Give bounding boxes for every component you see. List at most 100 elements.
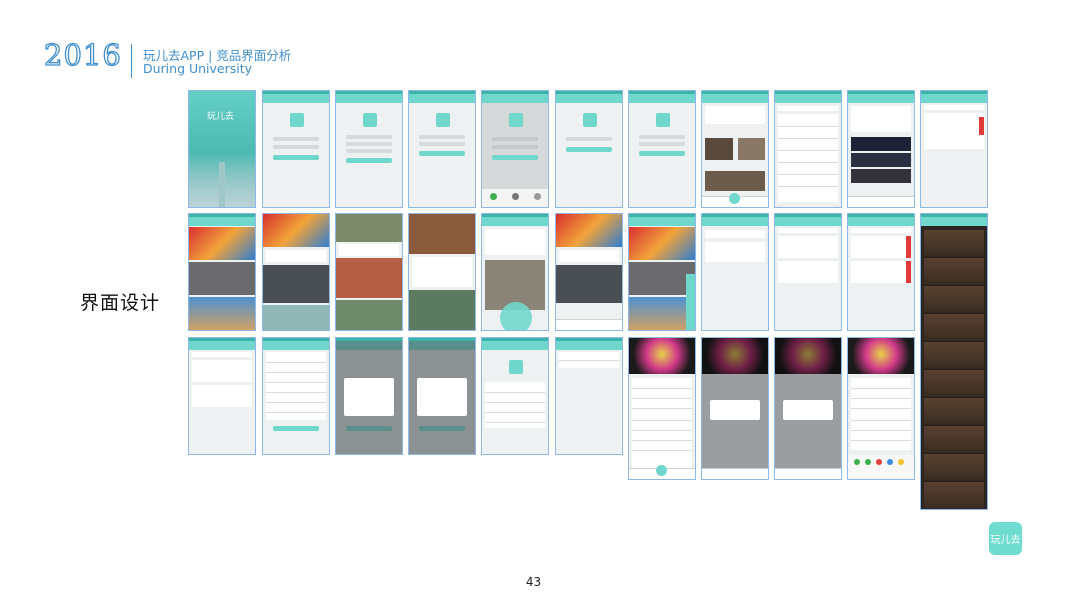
page-number: 43 (525, 575, 542, 589)
confirm-button[interactable] (419, 151, 465, 156)
share-sheet (482, 189, 548, 207)
favorite-item[interactable] (192, 385, 252, 407)
tab-bar[interactable] (775, 468, 841, 479)
feed-image[interactable] (629, 227, 695, 260)
screen-feed-side-menu (628, 213, 696, 331)
tab-bar[interactable] (702, 468, 768, 479)
gender-select-dialog[interactable] (417, 378, 467, 416)
article-title (339, 244, 399, 256)
app-logo-icon (436, 113, 450, 127)
phone-input[interactable] (419, 135, 465, 139)
center-tab-button[interactable] (656, 465, 667, 476)
phone-input[interactable] (346, 135, 392, 139)
password-input[interactable] (273, 145, 319, 149)
post-item[interactable] (778, 236, 838, 258)
qq-icon[interactable] (512, 193, 519, 200)
header-image (775, 338, 841, 374)
screen-messages (920, 90, 988, 208)
settings-list[interactable] (559, 352, 619, 368)
tab-switcher[interactable] (851, 228, 911, 233)
feed-image[interactable] (189, 262, 255, 295)
settings-list[interactable] (632, 378, 692, 468)
phone-input[interactable] (492, 137, 538, 141)
screen-clear-cache-dialog (774, 337, 842, 480)
wechat-icon[interactable] (854, 459, 860, 465)
article-image (409, 214, 475, 254)
city-grid[interactable] (778, 114, 838, 202)
article-image (336, 258, 402, 298)
section-title: 界面设计 (80, 292, 161, 314)
qq-icon[interactable] (887, 459, 893, 465)
city-night-image[interactable] (851, 169, 911, 183)
register-button[interactable] (346, 158, 392, 163)
clear-cache-dialog[interactable] (783, 400, 833, 420)
phone-input[interactable] (566, 137, 612, 141)
screen-home-menu (481, 213, 549, 331)
next-button[interactable] (566, 147, 612, 152)
message-item[interactable] (924, 113, 984, 149)
city-night-image[interactable] (851, 137, 911, 151)
post-item[interactable] (851, 236, 911, 258)
post-item[interactable] (778, 261, 838, 283)
category-grid[interactable] (705, 106, 765, 124)
qzone-icon[interactable] (898, 459, 904, 465)
city-night-image[interactable] (851, 153, 911, 167)
delete-button[interactable] (906, 236, 911, 258)
card-image[interactable] (705, 138, 733, 160)
article-image (336, 300, 402, 330)
app-logo-icon (290, 113, 304, 127)
tab-switcher[interactable] (924, 105, 984, 110)
confirm-button[interactable] (639, 151, 685, 156)
gallery-grid[interactable] (924, 230, 984, 508)
app-logo-icon (583, 113, 597, 127)
favorite-item[interactable] (192, 360, 252, 382)
weibo-icon[interactable] (534, 193, 541, 200)
tab-bar[interactable] (848, 196, 914, 207)
card-image[interactable] (738, 138, 765, 160)
article-body (412, 257, 472, 287)
settings-list[interactable] (851, 378, 911, 450)
profile-list[interactable] (266, 352, 326, 420)
category-grid[interactable] (485, 229, 545, 255)
delete-button[interactable] (906, 261, 911, 283)
logout-button[interactable] (273, 426, 319, 431)
radial-menu[interactable] (500, 302, 532, 330)
password-input[interactable] (639, 135, 685, 139)
logout-button[interactable] (346, 426, 392, 431)
confirm-password-input[interactable] (639, 142, 685, 146)
login-button[interactable] (273, 155, 319, 160)
search-bar[interactable] (705, 127, 765, 135)
screen-avatar-dialog (335, 337, 403, 455)
weibo-icon[interactable] (876, 459, 882, 465)
code-input[interactable] (346, 142, 392, 146)
share-panel[interactable] (848, 455, 914, 479)
feed-image[interactable] (189, 227, 255, 260)
screen-register (335, 90, 403, 208)
phone-input[interactable] (273, 137, 319, 141)
password-input[interactable] (346, 149, 392, 153)
search-tips (705, 242, 765, 262)
update-check-dialog[interactable] (710, 400, 760, 420)
moments-icon[interactable] (865, 459, 871, 465)
wechat-icon[interactable] (490, 193, 497, 200)
post-item[interactable] (851, 261, 911, 283)
search-input[interactable] (705, 230, 765, 238)
logout-button[interactable] (419, 426, 465, 431)
center-tab-button[interactable] (729, 193, 740, 204)
login-button[interactable] (492, 155, 538, 160)
screen-article-detail (335, 213, 403, 331)
category-grid[interactable] (851, 106, 911, 132)
avatar-action-dialog[interactable] (344, 378, 394, 416)
search-input[interactable] (778, 106, 838, 111)
card-image[interactable] (705, 171, 765, 191)
side-action-menu[interactable] (686, 274, 695, 330)
header-image (702, 338, 768, 374)
code-input[interactable] (419, 142, 465, 146)
feed-image[interactable] (189, 297, 255, 330)
tab-bar[interactable] (556, 319, 622, 330)
tab-switcher[interactable] (192, 352, 252, 357)
detail-image (556, 265, 622, 303)
password-input[interactable] (492, 145, 538, 149)
delete-button[interactable] (979, 117, 984, 135)
tab-switcher[interactable] (778, 228, 838, 233)
